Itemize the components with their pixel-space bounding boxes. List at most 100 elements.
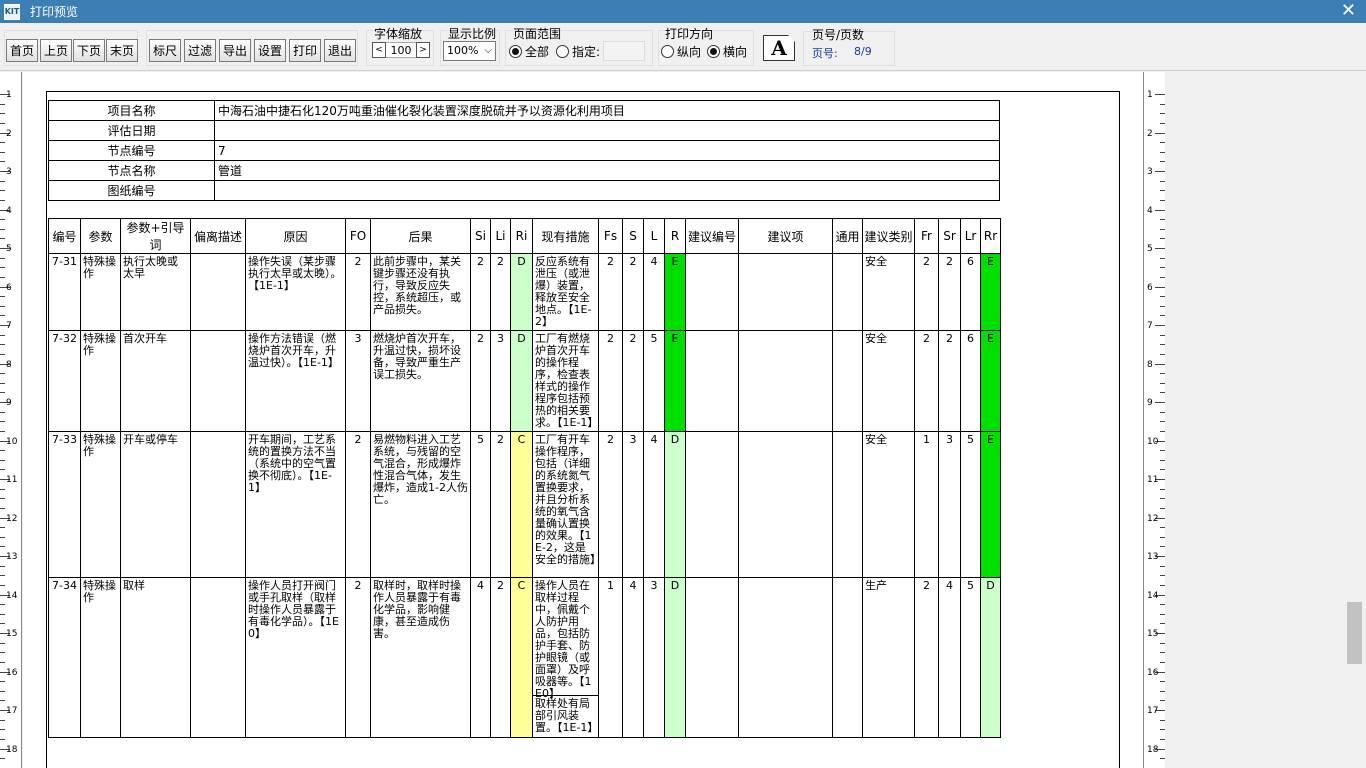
row-guide: 开车或停车 (120, 431, 191, 578)
ruler-tick (1160, 305, 1165, 307)
row-l: 5 (643, 330, 665, 432)
ruler-tick (0, 661, 5, 663)
header-measure[interactable]: 现有措施 (532, 218, 599, 254)
scrollbar-thumb[interactable] (1347, 602, 1362, 664)
display-ratio-select[interactable]: 100% ⌵ (443, 41, 496, 61)
ruler-tick (1160, 498, 1165, 500)
settings-button[interactable]: 设置 (254, 39, 286, 62)
last-page-button[interactable]: 末页 (106, 39, 138, 62)
ruler-tick (0, 276, 5, 278)
header-id[interactable]: 编号 (48, 218, 81, 254)
ruler-tick (0, 334, 5, 336)
row-ri: C (510, 431, 533, 578)
row-general (832, 431, 863, 578)
row-si: 5 (470, 431, 491, 578)
header-fo[interactable]: FO (345, 218, 371, 254)
ruler-tick (1160, 199, 1165, 201)
header-r[interactable]: R (664, 218, 686, 254)
display-ratio-label: 显示比例 (448, 27, 497, 41)
page-range-all-label: 全部 (525, 45, 550, 59)
ruler-tick (0, 700, 5, 702)
prev-page-button[interactable]: 上页 (40, 39, 72, 62)
ruler-number: 11 (6, 475, 18, 485)
header-fr[interactable]: Fr (914, 218, 939, 254)
info-key: 节点名称 (48, 160, 215, 181)
font-zoom-value[interactable]: 100 (386, 42, 416, 58)
row-measure: 操作人员在取样过程中，佩戴个人防护用品，包括防护手套、防护眼镜（或面罩）及呼吸器… (532, 577, 599, 738)
header-fs[interactable]: Fs (598, 218, 623, 254)
ruler-tick (0, 604, 5, 606)
ruler-number: 10 (6, 436, 18, 447)
table-row[interactable]: 7-32 特殊操作 首次开车 操作方法错误（燃烧炉首次开车，升温过快）。【1E-… (48, 330, 1001, 432)
vertical-scrollbar[interactable] (1343, 72, 1366, 768)
row-r: E (664, 330, 686, 432)
header-category[interactable]: 建议类别 (862, 218, 915, 254)
font-zoom-increase-button[interactable]: > (416, 42, 430, 58)
ruler-tick (0, 450, 5, 452)
ruler-tick (1155, 363, 1165, 365)
header-sr[interactable]: Sr (938, 218, 961, 254)
measure-item: 取样处有局部引风装置。【1E-1】 (535, 697, 599, 734)
filter-button[interactable]: 过滤 (184, 39, 216, 62)
export-button[interactable]: 导出 (219, 39, 251, 62)
row-id: 7-33 (48, 431, 81, 578)
header-li[interactable]: Li (490, 218, 511, 254)
ruler-number: 3 (6, 167, 12, 177)
table-row[interactable]: 7-34 特殊操作 取样 操作人员打开阀门或手孔取样（取样时操作人员暴露于有毒化… (48, 577, 1001, 738)
ruler-number: 7 (1147, 321, 1153, 331)
right-ruler[interactable]: 1 2 3 4 5 6 7 8 9 10 11 12 13 14 15 16 17 18 (1143, 72, 1165, 768)
ruler-tick (0, 459, 5, 461)
ruler-tick (1160, 450, 1165, 452)
header-param[interactable]: 参数 (80, 218, 121, 254)
header-general[interactable]: 通用 (832, 218, 863, 254)
header-lr[interactable]: Lr (960, 218, 981, 254)
header-guide[interactable]: 参数+引导词 (120, 218, 191, 254)
ruler-tick (1160, 190, 1165, 192)
row-category: 安全 (862, 431, 915, 578)
ruler-button[interactable]: 标尺 (149, 39, 181, 62)
left-ruler[interactable]: 1 2 3 4 5 6 7 8 9 10 11 12 13 14 15 16 17 18 (0, 72, 22, 768)
radio-unchecked-icon (556, 45, 569, 58)
landscape-radio[interactable]: 横向 (707, 43, 747, 60)
header-ri[interactable]: Ri (510, 218, 533, 254)
print-button[interactable]: 打印 (289, 39, 321, 62)
header-cause[interactable]: 原因 (245, 218, 346, 254)
page-range-all-radio[interactable]: 全部 (509, 43, 549, 60)
exit-button[interactable]: 退出 (324, 39, 356, 62)
header-s[interactable]: S (622, 218, 644, 254)
row-param: 特殊操作 (80, 330, 121, 432)
ruler-tick (0, 488, 5, 490)
header-consequence[interactable]: 后果 (370, 218, 471, 254)
ruler-tick (1160, 315, 1165, 317)
ruler-tick (1160, 758, 1165, 760)
header-suggestion[interactable]: 建议项 (738, 218, 833, 254)
ruler-tick (1155, 209, 1165, 211)
header-suggestion-no[interactable]: 建议编号 (685, 218, 739, 254)
portrait-radio[interactable]: 纵向 (661, 43, 701, 60)
info-key: 图纸编号 (48, 180, 215, 201)
first-page-button[interactable]: 首页 (6, 39, 38, 62)
table-row[interactable]: 7-33 特殊操作 开车或停车 开车期间，工艺系统的置换方法不当（系统中的空气置… (48, 431, 1001, 578)
row-fs: 2 (598, 330, 623, 432)
font-zoom-decrease-button[interactable]: < (372, 42, 386, 58)
header-deviation[interactable]: 偏离描述 (190, 218, 246, 254)
ruler-tick (1160, 161, 1165, 163)
header-si[interactable]: Si (470, 218, 491, 254)
row-fr: 2 (914, 330, 939, 432)
font-button[interactable]: A (763, 35, 795, 61)
row-cause: 操作方法错误（燃烧炉首次开车，升温过快）。【1E-1】 (245, 330, 346, 432)
header-l[interactable]: L (643, 218, 665, 254)
ruler-tick (0, 199, 5, 201)
page-range-specified-radio[interactable]: 指定: (556, 43, 600, 60)
row-sr: 2 (938, 330, 961, 432)
page-range-input[interactable] (603, 41, 645, 61)
row-deviation (190, 253, 246, 331)
close-icon[interactable]: ✕ (1341, 1, 1356, 21)
ruler-number: 3 (1147, 167, 1153, 177)
header-rr[interactable]: Rr (980, 218, 1001, 254)
table-row[interactable]: 7-31 特殊操作 执行太晚或太早 操作失误（某步骤执行太早或太晚）。【1E-1… (48, 253, 1001, 331)
ruler-tick (1160, 122, 1165, 124)
row-fr: 1 (914, 431, 939, 578)
ruler-tick (1160, 652, 1165, 654)
next-page-button[interactable]: 下页 (73, 39, 105, 62)
